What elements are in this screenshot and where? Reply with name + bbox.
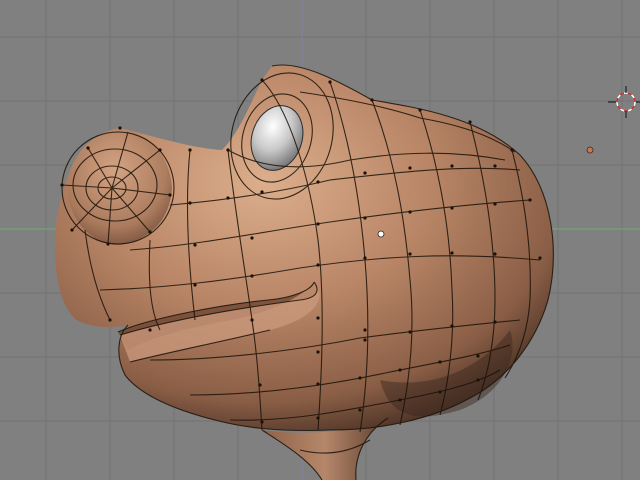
mesh-vertex [316, 180, 320, 184]
mesh-vertex [493, 164, 497, 168]
3d-viewport[interactable] [0, 0, 640, 480]
mesh-vertex [260, 420, 264, 424]
mesh-vertex [316, 382, 320, 386]
mesh-vertex [493, 202, 497, 206]
mesh-vertex [450, 324, 454, 328]
mesh-vertex [438, 390, 442, 394]
mesh-vertex [418, 108, 422, 112]
mesh-vertex [118, 126, 122, 130]
mesh-vertex [408, 252, 412, 256]
mesh-vertex [188, 148, 192, 152]
mesh-vertex [86, 146, 90, 150]
mesh-vertex [148, 328, 152, 332]
mesh-vertex [408, 210, 412, 214]
mesh-vertex [408, 330, 412, 334]
mesh-vertex [476, 354, 480, 358]
mesh-vertex [370, 98, 374, 102]
mesh-vertex [510, 148, 514, 152]
mesh-vertex [188, 201, 192, 205]
lamp-origin-icon[interactable] [586, 146, 594, 154]
mesh-vertex [260, 78, 264, 82]
mesh-vertex [316, 416, 320, 420]
mesh-vertex [363, 171, 367, 175]
mesh-vertex [226, 148, 230, 152]
mesh-vertex [70, 228, 74, 232]
mesh-vertex [316, 222, 320, 226]
mesh-vertex [193, 283, 197, 287]
mesh-vertex [450, 206, 454, 210]
selected-vertex[interactable] [377, 230, 385, 238]
mesh-vertex [528, 198, 532, 202]
mesh-vertex [363, 256, 367, 260]
mesh-vertex [328, 80, 332, 84]
mesh-vertex [476, 378, 480, 382]
mesh-vertex [468, 120, 472, 124]
mesh-vertex [260, 190, 264, 194]
mesh-vertex [450, 164, 454, 168]
mesh-vertex [106, 242, 110, 246]
mesh-vertex [363, 338, 367, 342]
mesh-vertex [168, 193, 172, 197]
mesh-vertex [148, 230, 152, 234]
viewport-canvas[interactable] [0, 0, 640, 480]
mesh-vertex [250, 318, 254, 322]
mesh-vertex [450, 251, 454, 255]
mesh-vertex [250, 236, 254, 240]
mesh-vertex [493, 252, 497, 256]
3d-cursor-icon[interactable] [608, 86, 640, 118]
mesh-vertex [358, 376, 362, 380]
mesh-vertex [193, 243, 197, 247]
mesh-vertex [538, 256, 542, 260]
mesh-vertex [438, 360, 442, 364]
mesh-vertex [398, 368, 402, 372]
mesh-vertex [363, 216, 367, 220]
mesh-vertex [493, 320, 497, 324]
mesh-vertex [226, 196, 230, 200]
mesh-vertex [408, 166, 412, 170]
mesh-vertex [363, 328, 367, 332]
mesh-vertex [316, 316, 320, 320]
mesh-vertex [316, 263, 320, 267]
mesh-vertex [60, 183, 64, 187]
mesh-vertex [250, 274, 254, 278]
mesh-vertex [358, 408, 362, 412]
mesh-vertex [158, 148, 162, 152]
mesh-vertex [398, 398, 402, 402]
character-head-mesh[interactable] [54, 61, 554, 480]
mesh-vertex [108, 318, 112, 322]
mesh-vertex [316, 350, 320, 354]
mesh-vertex [258, 383, 262, 387]
